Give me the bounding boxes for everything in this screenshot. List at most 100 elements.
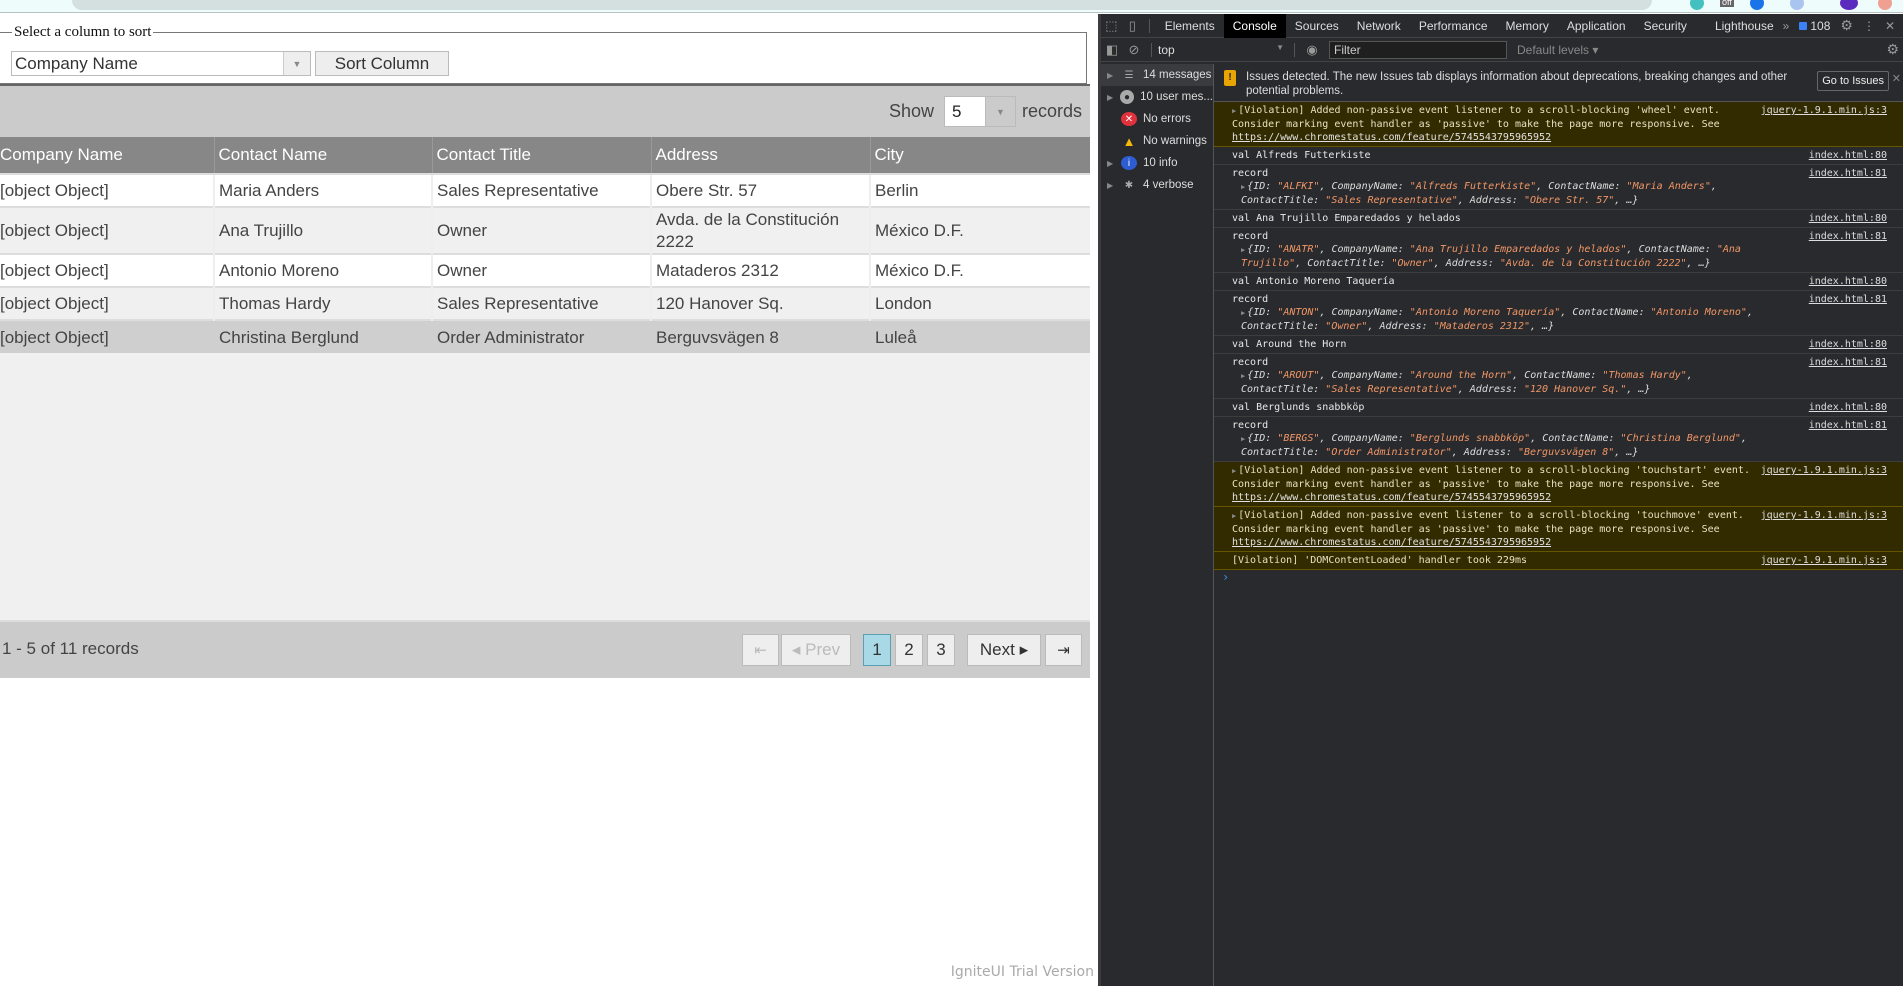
- cell-contact-name[interactable]: Christina Berglund: [213, 319, 432, 353]
- cell-city[interactable]: México D.F.: [869, 206, 1090, 254]
- source-link[interactable]: index.html:81: [1809, 230, 1887, 243]
- source-link[interactable]: index.html:81: [1809, 293, 1887, 306]
- sidebar-item-messages[interactable]: ▶ ☰ 14 messages: [1101, 64, 1213, 86]
- logged-object[interactable]: ▶ {ID: "AROUT", CompanyName: "Around the …: [1232, 369, 1773, 396]
- extension-off-badge[interactable]: off: [1720, 0, 1734, 7]
- expand-arrow-icon[interactable]: ▶: [1241, 372, 1245, 380]
- source-link[interactable]: jquery-1.9.1.min.js:3: [1761, 464, 1887, 477]
- source-link[interactable]: jquery-1.9.1.min.js:3: [1761, 554, 1887, 567]
- last-page-button[interactable]: ⇥: [1045, 634, 1082, 666]
- close-devtools-icon[interactable]: ✕: [1885, 19, 1895, 33]
- page-size-select[interactable]: 5 ▼: [943, 96, 1016, 127]
- cell-company-name[interactable]: [object Object]: [0, 206, 214, 254]
- cell-address[interactable]: Mataderos 2312: [650, 253, 870, 287]
- cell-city[interactable]: Berlin: [869, 173, 1090, 207]
- tab-application[interactable]: Application: [1558, 14, 1635, 38]
- source-link[interactable]: jquery-1.9.1.min.js:3: [1761, 104, 1887, 117]
- live-expression-eye-icon[interactable]: ◉: [1301, 42, 1323, 58]
- source-link[interactable]: index.html:80: [1809, 212, 1887, 225]
- tab-console[interactable]: Console: [1223, 13, 1286, 38]
- page-button-2[interactable]: 2: [895, 634, 923, 666]
- cell-company-name[interactable]: [object Object]: [0, 286, 214, 320]
- table-row[interactable]: [object Object] Maria Anders Sales Repre…: [0, 173, 1090, 207]
- source-link[interactable]: index.html:80: [1809, 338, 1887, 351]
- cell-contact-title[interactable]: Sales Representative: [431, 286, 651, 320]
- column-select-value[interactable]: Company Name: [12, 52, 283, 75]
- expand-arrow-icon[interactable]: ▶: [1241, 246, 1245, 254]
- logged-object[interactable]: ▶ {ID: "BERGS", CompanyName: "Berglunds s…: [1232, 432, 1773, 459]
- message-count-badge[interactable]: 108: [1799, 19, 1830, 33]
- extension-icon[interactable]: [1878, 0, 1892, 10]
- tab-memory[interactable]: Memory: [1497, 14, 1558, 38]
- next-page-button[interactable]: Next ▸: [967, 634, 1041, 666]
- expand-arrow-icon[interactable]: ▶: [1107, 71, 1117, 80]
- extension-icon[interactable]: [1690, 0, 1704, 10]
- console-settings-gear-icon[interactable]: ⚙: [1886, 41, 1899, 58]
- column-header-company-name[interactable]: Company Name: [0, 137, 214, 174]
- column-header-city[interactable]: City: [869, 137, 1090, 174]
- inspect-element-icon[interactable]: ⬚: [1101, 18, 1122, 34]
- log-levels-dropdown[interactable]: Default levels ▾: [1517, 43, 1598, 57]
- cell-contact-name[interactable]: Thomas Hardy: [213, 286, 432, 320]
- source-link[interactable]: jquery-1.9.1.min.js:3: [1761, 509, 1887, 522]
- cell-contact-name[interactable]: Ana Trujillo: [213, 206, 432, 254]
- table-row[interactable]: [object Object] Thomas Hardy Sales Repre…: [0, 286, 1090, 320]
- tab-performance[interactable]: Performance: [1410, 14, 1497, 38]
- cell-city[interactable]: México D.F.: [869, 253, 1090, 287]
- expand-arrow-icon[interactable]: ▶: [1232, 107, 1236, 115]
- expand-arrow-icon[interactable]: ▶: [1107, 93, 1116, 102]
- expand-arrow-icon[interactable]: ▶: [1107, 159, 1117, 168]
- console-filter-input[interactable]: Filter: [1329, 40, 1507, 59]
- tab-elements[interactable]: Elements: [1156, 14, 1224, 38]
- column-select[interactable]: Company Name ▼: [11, 51, 311, 76]
- source-link[interactable]: index.html:80: [1809, 401, 1887, 414]
- column-header-address[interactable]: Address: [650, 137, 870, 174]
- chevron-down-icon[interactable]: ▼: [283, 52, 310, 75]
- message-link[interactable]: https://www.chromestatus.com/feature/574…: [1232, 132, 1551, 143]
- first-page-button[interactable]: ⇤: [742, 634, 779, 666]
- cell-contact-title[interactable]: Owner: [431, 206, 651, 254]
- cell-address[interactable]: Berguvsvägen 8: [650, 319, 870, 353]
- source-link[interactable]: index.html:80: [1809, 149, 1887, 162]
- clear-console-icon[interactable]: ⊘: [1123, 42, 1145, 58]
- table-row-hovered[interactable]: [object Object] Christina Berglund Order…: [0, 319, 1090, 353]
- cell-address[interactable]: Obere Str. 57: [650, 173, 870, 207]
- more-tabs-icon[interactable]: »: [1783, 19, 1790, 33]
- page-size-value[interactable]: 5: [944, 97, 985, 126]
- tab-sources[interactable]: Sources: [1286, 14, 1348, 38]
- device-toggle-icon[interactable]: ▯: [1122, 18, 1143, 34]
- source-link[interactable]: index.html:81: [1809, 167, 1887, 180]
- expand-arrow-icon[interactable]: ▶: [1232, 467, 1236, 475]
- sidebar-item-errors[interactable]: ✕ No errors: [1101, 108, 1213, 130]
- sidebar-item-warnings[interactable]: ▲ No warnings: [1101, 130, 1213, 152]
- expand-arrow-icon[interactable]: ▶: [1241, 309, 1245, 317]
- cell-city[interactable]: London: [869, 286, 1090, 320]
- logged-object[interactable]: ▶ {ID: "ANATR", CompanyName: "Ana Trujill…: [1232, 243, 1773, 270]
- cell-contact-title[interactable]: Sales Representative: [431, 173, 651, 207]
- source-link[interactable]: index.html:81: [1809, 419, 1887, 432]
- settings-gear-icon[interactable]: ⚙: [1840, 17, 1853, 34]
- sort-column-button[interactable]: Sort Column: [315, 51, 449, 76]
- cell-contact-name[interactable]: Maria Anders: [213, 173, 432, 207]
- chevron-down-icon[interactable]: ▼: [984, 97, 1015, 126]
- cell-company-name[interactable]: [object Object]: [0, 253, 214, 287]
- prev-page-button[interactable]: ◂ Prev: [781, 634, 851, 666]
- tab-security[interactable]: Security: [1635, 14, 1696, 38]
- cell-company-name[interactable]: [object Object]: [0, 173, 214, 207]
- logged-object[interactable]: ▶ {ID: "ALFKI", CompanyName: "Alfreds Fut…: [1232, 180, 1773, 207]
- page-button-1[interactable]: 1: [863, 634, 891, 666]
- sidebar-item-verbose[interactable]: ▶ ✱ 4 verbose: [1101, 174, 1213, 196]
- expand-arrow-icon[interactable]: ▶: [1241, 183, 1245, 191]
- source-link[interactable]: index.html:81: [1809, 356, 1887, 369]
- cell-address[interactable]: Avda. de la Constitución 2222: [650, 206, 870, 254]
- sidebar-toggle-icon[interactable]: ◧: [1101, 42, 1123, 58]
- tab-network[interactable]: Network: [1348, 14, 1410, 38]
- cell-contact-title[interactable]: Owner: [431, 253, 651, 287]
- message-link[interactable]: https://www.chromestatus.com/feature/574…: [1232, 492, 1551, 503]
- extension-icon[interactable]: [1790, 0, 1804, 10]
- context-selector[interactable]: top ▼: [1158, 43, 1288, 57]
- sidebar-item-user-messages[interactable]: ▶ ● 10 user mes...: [1101, 86, 1213, 108]
- cell-city[interactable]: Luleå: [869, 319, 1090, 353]
- more-options-icon[interactable]: ⋮: [1863, 19, 1875, 33]
- expand-arrow-icon[interactable]: ▶: [1107, 181, 1117, 190]
